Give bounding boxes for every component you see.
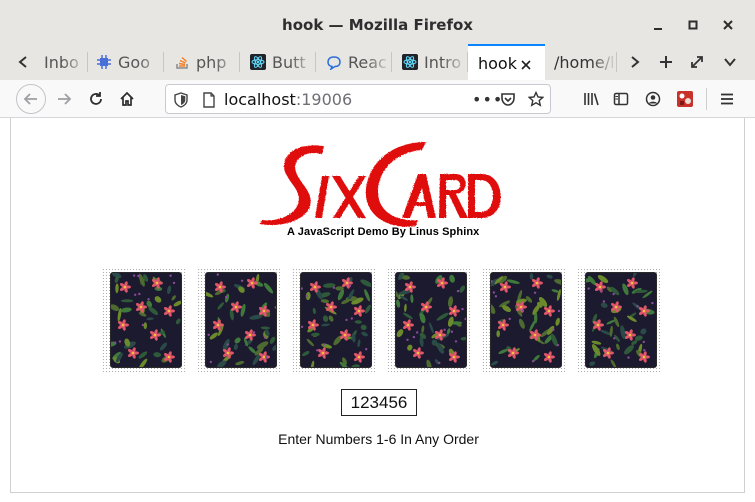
bookmark-star-icon[interactable] xyxy=(527,90,545,111)
close-window-button[interactable] xyxy=(717,14,739,36)
maximize-button[interactable] xyxy=(682,14,704,36)
tab-php[interactable]: php xyxy=(164,44,240,80)
stackoverflow-icon xyxy=(174,54,190,70)
tab-hook[interactable]: hook xyxy=(468,44,545,81)
tab-google[interactable]: Goo xyxy=(88,44,164,80)
card-back[interactable] xyxy=(106,271,183,370)
chip-icon xyxy=(96,54,112,70)
chevron-left-icon xyxy=(18,56,27,68)
six-card-logo xyxy=(260,142,501,227)
url-bar[interactable]: localhost:19006 ••• xyxy=(165,84,551,114)
back-button[interactable] xyxy=(16,84,46,114)
tab-strip: Inbo Goo php Butt xyxy=(0,44,755,81)
back-arrow-icon xyxy=(23,93,37,105)
url-text[interactable]: localhost:19006 xyxy=(224,90,352,109)
toolbar-divider xyxy=(706,88,707,110)
floral-pattern-icon xyxy=(393,271,469,372)
logo-subtitle: A JavaScript Demo By Linus Sphinx xyxy=(287,226,480,238)
navigation-bar: localhost:19006 ••• xyxy=(0,80,755,118)
account-icon xyxy=(645,91,661,107)
tab-label: hook xyxy=(478,54,517,73)
fullscreen-button[interactable] xyxy=(683,44,711,80)
url-port: :19006 xyxy=(295,90,353,109)
maximize-icon xyxy=(688,20,698,30)
tab-intro[interactable]: Intro xyxy=(392,44,468,80)
minimize-button[interactable] xyxy=(647,14,669,36)
tab-inbox[interactable]: Inbo xyxy=(38,44,88,80)
sidebar-icon xyxy=(613,92,629,106)
page-info-icon[interactable] xyxy=(202,92,216,112)
react-icon xyxy=(402,54,418,70)
home-icon xyxy=(120,91,134,106)
tab-button[interactable]: Butt xyxy=(240,44,316,80)
title-bar: hook — Mozilla Firefox xyxy=(0,0,755,48)
library-button[interactable] xyxy=(577,85,605,113)
account-button[interactable] xyxy=(639,85,667,113)
menu-button[interactable] xyxy=(713,85,741,113)
floral-pattern-icon xyxy=(201,273,279,368)
floral-pattern-icon xyxy=(300,273,373,371)
pocket-icon[interactable] xyxy=(500,91,516,111)
sidebar-button[interactable] xyxy=(607,85,635,113)
forward-arrow-icon xyxy=(58,93,72,105)
minimize-icon xyxy=(654,28,662,30)
chat-icon xyxy=(326,54,342,70)
tab-home-folder[interactable]: /home/l xyxy=(545,44,617,80)
url-host: localhost xyxy=(224,90,296,109)
window-title: hook — Mozilla Firefox xyxy=(282,16,473,34)
react-icon xyxy=(250,54,266,70)
hamburger-menu-icon xyxy=(721,93,733,105)
scroll-tabs-right-button[interactable] xyxy=(618,44,652,80)
reload-button[interactable] xyxy=(82,85,110,113)
reload-icon xyxy=(90,92,102,105)
close-tab-button[interactable] xyxy=(520,56,532,75)
page-actions-icon[interactable]: ••• xyxy=(472,90,503,109)
chevron-down-icon xyxy=(724,58,736,67)
forward-button[interactable] xyxy=(50,85,78,113)
card-back[interactable] xyxy=(393,271,469,372)
list-tabs-button[interactable] xyxy=(716,44,744,80)
card-back[interactable] xyxy=(580,270,657,369)
plus-icon xyxy=(660,56,672,68)
tab-react[interactable]: Reac xyxy=(316,44,392,80)
card-back[interactable] xyxy=(300,272,373,371)
new-tab-button[interactable] xyxy=(652,44,680,80)
home-button[interactable] xyxy=(113,85,141,113)
close-icon xyxy=(723,20,733,30)
floral-pattern-icon xyxy=(106,271,183,370)
extension-icon xyxy=(677,91,693,107)
page-content: A JavaScript Demo By Linus Sphinx 123456… xyxy=(10,118,745,493)
card-order-input[interactable]: 123456 xyxy=(341,389,417,416)
extension-button[interactable] xyxy=(671,85,699,113)
close-icon xyxy=(521,60,531,70)
library-icon xyxy=(584,93,599,106)
browser-window: hook — Mozilla Firefox Inbo Goo xyxy=(0,0,755,502)
shield-icon[interactable] xyxy=(174,92,188,112)
card-back[interactable] xyxy=(201,272,279,368)
floral-pattern-icon xyxy=(580,270,656,369)
chevron-right-icon xyxy=(631,56,640,68)
instruction-text: Enter Numbers 1-6 In Any Order xyxy=(278,431,479,447)
scroll-tabs-left-button[interactable] xyxy=(8,44,38,80)
card-back[interactable] xyxy=(487,272,567,368)
expand-icon xyxy=(691,56,703,68)
floral-pattern-icon xyxy=(487,273,567,367)
